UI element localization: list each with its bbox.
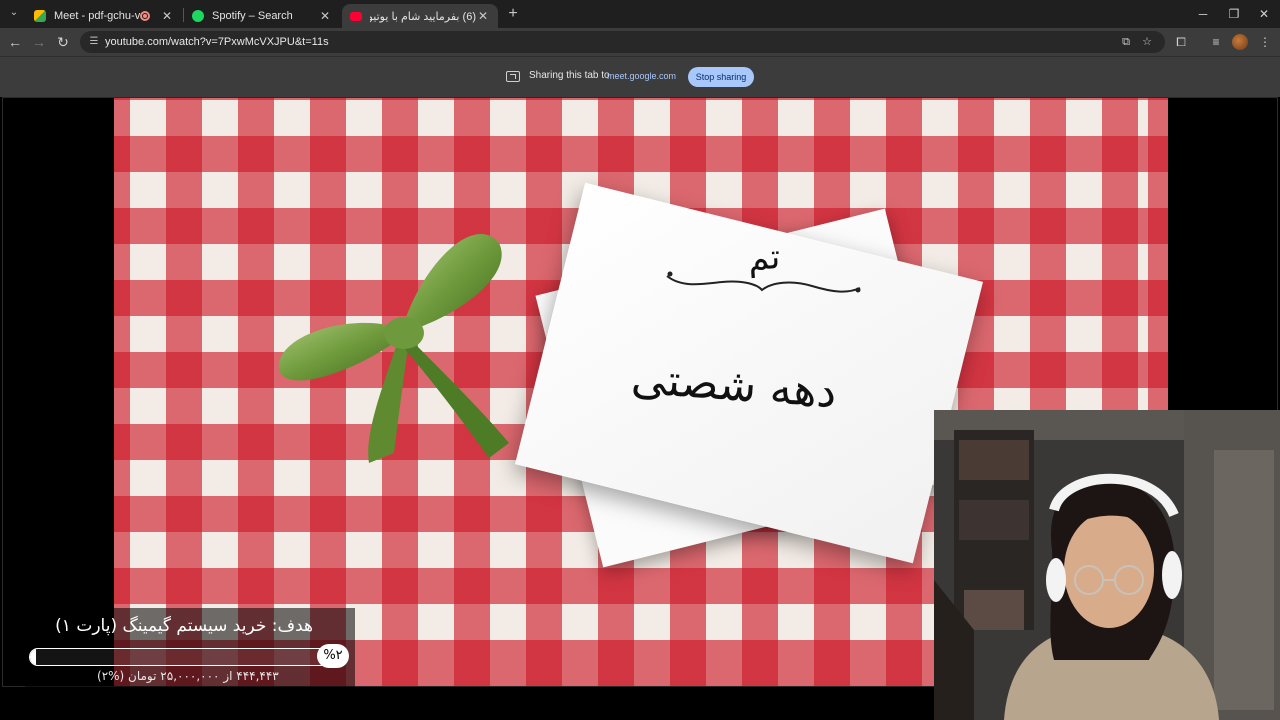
tab-sharing-bar: Sharing this tab to meet.google.com Stop…: [0, 56, 1280, 97]
menu-icon[interactable]: ⋮: [1255, 32, 1275, 52]
goal-progress-bar: [29, 648, 341, 666]
new-tab-icon[interactable]: +: [504, 5, 522, 23]
minimize-icon[interactable]: ─: [1188, 4, 1218, 24]
close-tab-icon[interactable]: ✕: [318, 9, 332, 23]
browser-toolbar: ← → ↻ ☰ youtube.com/watch?v=7PxwMcVXJPU&…: [0, 28, 1280, 56]
address-bar[interactable]: ☰ youtube.com/watch?v=7PxwMcVXJPU&t=11s …: [80, 31, 1165, 53]
close-tab-icon[interactable]: ✕: [160, 9, 174, 23]
tab-title: Meet - pdf-gchu-vdp: [54, 10, 140, 22]
maximize-icon[interactable]: ❐: [1219, 4, 1249, 24]
reload-icon[interactable]: ↻: [53, 32, 73, 52]
bookmark-star-icon[interactable]: ☆: [1139, 34, 1155, 50]
recording-icon: [140, 11, 150, 21]
tab-title: (6) بفرمایید شام با یوتیوبرا (...: [370, 10, 476, 23]
forward-icon[interactable]: →: [29, 32, 49, 52]
site-info-icon[interactable]: ☰: [86, 34, 102, 50]
tab-youtube[interactable]: (6) بفرمایید شام با یوتیوبرا (... ✕: [342, 4, 498, 28]
goal-progress-fill: [30, 649, 37, 665]
video-letterbox: [3, 98, 114, 686]
goal-title: هدف: خرید سیستم گیمینگ (پارت ۱): [55, 616, 313, 636]
tab-search-icon[interactable]: ⌄: [6, 5, 22, 21]
flourish-ornament: [666, 271, 861, 293]
close-window-icon[interactable]: ✕: [1249, 4, 1279, 24]
sharing-label: Sharing this tab to: [529, 70, 610, 81]
meet-icon: [34, 10, 46, 22]
tab-meet[interactable]: Meet - pdf-gchu-vdp ✕: [26, 4, 182, 28]
stop-sharing-button[interactable]: Stop sharing: [688, 67, 754, 87]
cast-icon[interactable]: ⧉: [1118, 34, 1134, 50]
media-controls-icon[interactable]: ≡: [1206, 32, 1226, 52]
close-tab-icon[interactable]: ✕: [476, 9, 490, 23]
spotify-icon: [192, 10, 204, 22]
bottom-letterbox: [0, 688, 934, 720]
webcam-image: [934, 410, 1280, 720]
sharing-domain-link[interactable]: meet.google.com: [607, 71, 676, 81]
webcam-overlay: [934, 410, 1280, 720]
goal-amount-text: ۴۴۴,۴۴۳ از ۲۵,۰۰۰,۰۰۰ تومان (%۲): [97, 669, 279, 683]
tab-spotify[interactable]: Spotify – Search ✕: [184, 4, 340, 28]
back-icon[interactable]: ←: [5, 32, 25, 52]
tab-title: Spotify – Search: [212, 10, 293, 22]
donation-goal-widget: هدف: خرید سیستم گیمینگ (پارت ۱) %۲ ۴۴۴,۴…: [25, 608, 355, 688]
green-ribbon-bow: [278, 234, 509, 463]
extensions-icon[interactable]: ⧠: [1171, 32, 1191, 52]
goal-percent-badge: %۲: [317, 644, 349, 668]
profile-avatar[interactable]: [1232, 34, 1248, 50]
youtube-icon: [350, 11, 362, 21]
screen-share-icon: [506, 71, 520, 82]
url-text[interactable]: youtube.com/watch?v=7PxwMcVXJPU&t=11s: [105, 35, 329, 49]
tab-strip: ⌄ Meet - pdf-gchu-vdp ✕ Spotify – Search…: [0, 0, 1280, 28]
